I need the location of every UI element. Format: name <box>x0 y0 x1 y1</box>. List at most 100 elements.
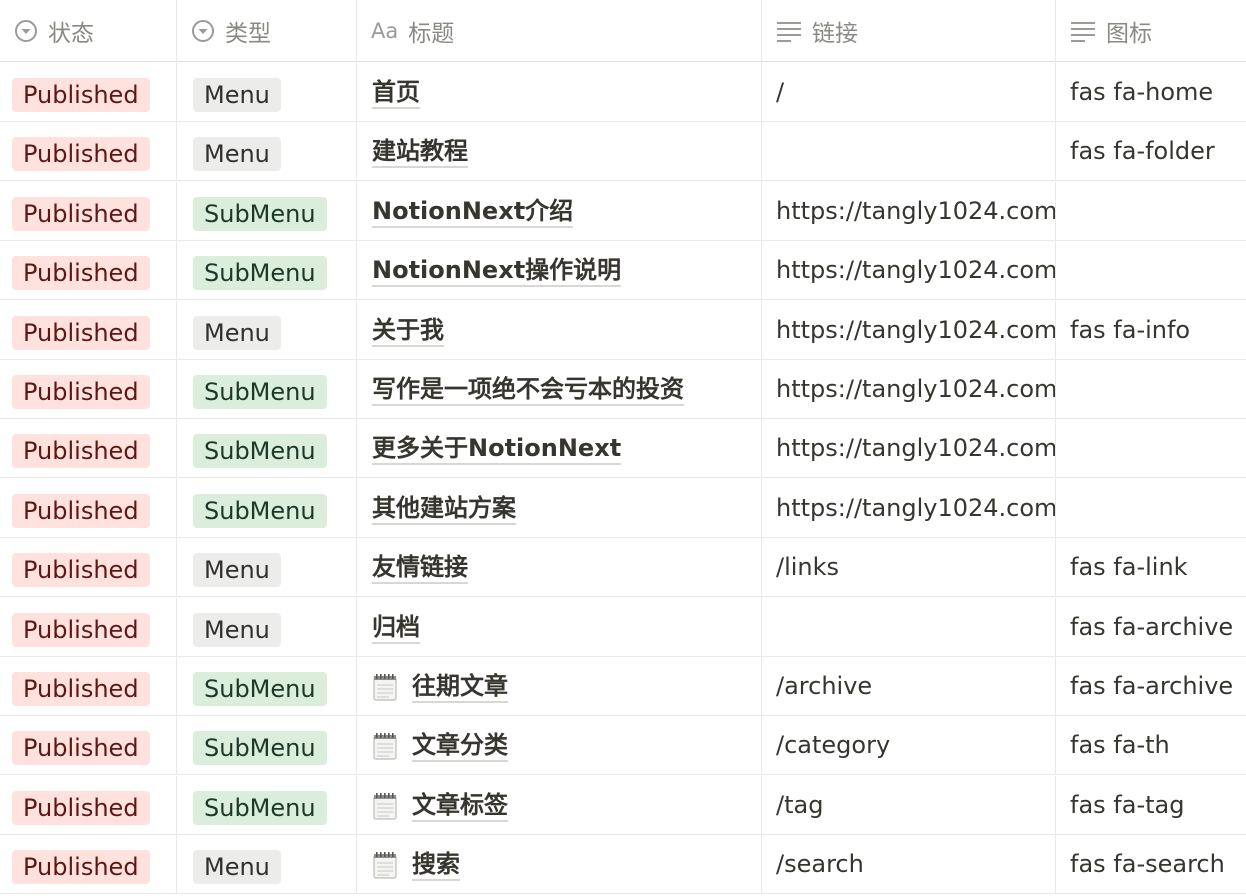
icon-cell[interactable] <box>1056 360 1246 418</box>
status-cell[interactable]: Published <box>0 835 177 894</box>
type-cell[interactable]: SubMenu <box>177 775 357 834</box>
icon-cell[interactable]: fas fa-home <box>1056 63 1246 121</box>
title-cell[interactable]: 首页 <box>357 63 762 121</box>
table-row[interactable]: Published SubMenu NotionNext操作说明 https://ta… <box>0 241 1246 301</box>
page-title-link[interactable]: 归档 <box>372 612 420 644</box>
page-title-link[interactable]: 其他建站方案 <box>372 493 516 525</box>
title-cell[interactable]: 关于我 <box>357 300 762 359</box>
link-cell[interactable] <box>762 122 1056 181</box>
title-cell[interactable]: 建站教程 <box>357 122 762 181</box>
page-title-link[interactable]: NotionNext操作说明 <box>372 255 622 288</box>
type-cell[interactable]: Menu <box>177 538 357 597</box>
link-cell[interactable]: https://tangly1024.com/ <box>762 300 1056 359</box>
status-cell[interactable]: Published <box>0 597 177 656</box>
page-title-link[interactable]: 友情链接 <box>372 552 468 585</box>
title-cell[interactable]: 文章分类 <box>357 716 762 775</box>
table-row[interactable]: Published Menu 友情链接/links fas fa-link <box>0 538 1246 598</box>
link-cell[interactable]: /archive <box>762 657 1056 715</box>
type-cell[interactable]: Menu <box>177 597 357 656</box>
icon-cell[interactable] <box>1056 479 1246 537</box>
table-row[interactable]: Published SubMenu 文章分类/category fas fa-th <box>0 716 1246 776</box>
title-cell[interactable]: NotionNext介绍 <box>357 181 762 240</box>
icon-cell[interactable] <box>1056 182 1246 240</box>
icon-cell[interactable]: fas fa-th <box>1056 716 1246 774</box>
table-row[interactable]: Published Menu 建站教程 fas fa-folder <box>0 122 1246 182</box>
title-cell[interactable]: 其他建站方案 <box>357 478 762 537</box>
table-row[interactable]: Published Menu 归档 fas fa-archive <box>0 597 1246 657</box>
link-cell[interactable]: https://tangly1024.com/ <box>762 478 1056 537</box>
icon-cell[interactable]: fas fa-archive <box>1056 657 1246 715</box>
type-cell[interactable]: Menu <box>177 300 357 359</box>
page-title-link[interactable]: 建站教程 <box>372 136 468 169</box>
icon-cell[interactable]: fas fa-search <box>1056 835 1246 893</box>
title-cell[interactable]: 更多关于NotionNext <box>357 419 762 478</box>
link-cell[interactable]: https://tangly1024.com/ <box>762 419 1056 478</box>
status-cell[interactable]: Published <box>0 181 177 240</box>
page-title-link[interactable]: 往期文章 <box>372 671 508 703</box>
column-header-title[interactable]: Aa 标题 <box>357 0 762 61</box>
link-cell[interactable]: /category <box>762 716 1056 775</box>
page-title-link[interactable]: 写作是一项绝不会亏本的投资 <box>372 374 684 406</box>
table-row[interactable]: Published SubMenu 文章标签/tag fas fa-tag <box>0 775 1246 835</box>
link-cell[interactable]: / <box>762 63 1056 121</box>
status-cell[interactable]: Published <box>0 716 177 775</box>
status-cell[interactable]: Published <box>0 775 177 834</box>
type-cell[interactable]: SubMenu <box>177 478 357 537</box>
type-cell[interactable]: SubMenu <box>177 181 357 240</box>
type-cell[interactable]: SubMenu <box>177 657 357 715</box>
table-row[interactable]: Published SubMenu 往期文章/archive fas fa-archi… <box>0 657 1246 716</box>
page-title-link[interactable]: 关于我 <box>372 315 444 347</box>
type-cell[interactable]: Menu <box>177 835 357 894</box>
title-cell[interactable]: NotionNext操作说明 <box>357 241 762 300</box>
status-cell[interactable]: Published <box>0 538 177 597</box>
table-row[interactable]: Published Menu 搜索/search fas fa-search <box>0 835 1246 895</box>
page-title-link[interactable]: 更多关于NotionNext <box>372 433 622 466</box>
icon-cell[interactable]: fas fa-link <box>1056 538 1246 596</box>
link-cell[interactable]: /links <box>762 538 1056 597</box>
page-title-link[interactable]: 文章分类 <box>372 730 508 763</box>
column-header-link[interactable]: 链接 <box>762 0 1056 61</box>
status-cell[interactable]: Published <box>0 657 177 715</box>
status-cell[interactable]: Published <box>0 241 177 300</box>
title-cell[interactable]: 搜索 <box>357 835 762 894</box>
icon-cell[interactable]: fas fa-info <box>1056 301 1246 359</box>
status-cell[interactable]: Published <box>0 360 177 418</box>
type-cell[interactable]: SubMenu <box>177 241 357 300</box>
column-header-icon[interactable]: 图标 <box>1056 0 1246 61</box>
link-cell[interactable]: https://tangly1024.com/ <box>762 241 1056 300</box>
title-cell[interactable]: 归档 <box>357 597 762 656</box>
link-cell[interactable]: https://tangly1024.com/ <box>762 181 1056 240</box>
table-row[interactable]: Published Menu 首页 / fas fa-home <box>0 63 1246 122</box>
type-cell[interactable]: SubMenu <box>177 716 357 775</box>
icon-cell[interactable] <box>1056 419 1246 477</box>
icon-cell[interactable]: fas fa-folder <box>1056 122 1246 180</box>
icon-cell[interactable]: fas fa-archive <box>1056 598 1246 656</box>
title-cell[interactable]: 写作是一项绝不会亏本的投资 <box>357 360 762 418</box>
title-cell[interactable]: 友情链接 <box>357 538 762 597</box>
type-cell[interactable]: Menu <box>177 122 357 181</box>
page-title-link[interactable]: 文章标签 <box>372 790 508 822</box>
link-cell[interactable]: /tag <box>762 775 1056 834</box>
status-cell[interactable]: Published <box>0 122 177 181</box>
status-cell[interactable]: Published <box>0 63 177 121</box>
page-title-link[interactable]: 首页 <box>372 77 420 109</box>
icon-cell[interactable]: fas fa-tag <box>1056 776 1246 834</box>
status-cell[interactable]: Published <box>0 478 177 537</box>
type-cell[interactable]: SubMenu <box>177 419 357 478</box>
link-cell[interactable]: https://tangly1024.com/ <box>762 360 1056 418</box>
type-cell[interactable]: Menu <box>177 63 357 121</box>
column-header-type[interactable]: 类型 <box>177 0 357 61</box>
link-cell[interactable] <box>762 597 1056 656</box>
link-cell[interactable]: /search <box>762 835 1056 894</box>
table-row[interactable]: Published SubMenu 写作是一项绝不会亏本的投资 https://tan… <box>0 360 1246 419</box>
page-title-link[interactable]: NotionNext介绍 <box>372 196 574 228</box>
status-cell[interactable]: Published <box>0 300 177 359</box>
table-row[interactable]: Published Menu 关于我 https://tangly1024.com/f… <box>0 300 1246 360</box>
type-cell[interactable]: SubMenu <box>177 360 357 418</box>
column-header-status[interactable]: 状态 <box>0 0 177 61</box>
title-cell[interactable]: 文章标签 <box>357 775 762 834</box>
status-cell[interactable]: Published <box>0 419 177 478</box>
title-cell[interactable]: 往期文章 <box>357 657 762 715</box>
table-row[interactable]: Published SubMenu NotionNext介绍 https://tang… <box>0 181 1246 241</box>
page-title-link[interactable]: 搜索 <box>372 849 460 882</box>
